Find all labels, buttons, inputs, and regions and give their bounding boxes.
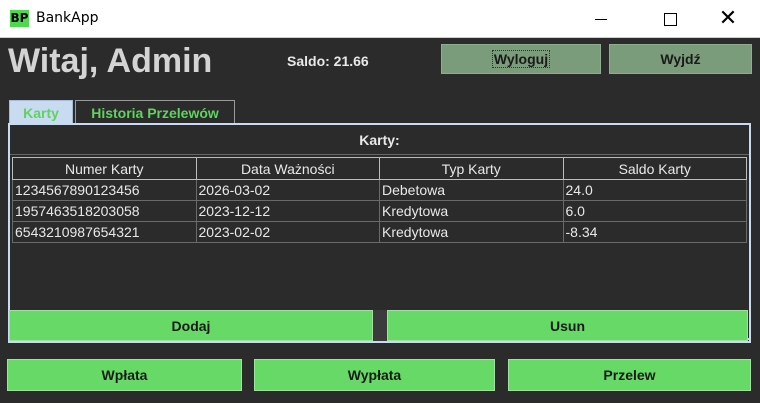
main-content: Witaj, Admin Saldo: 21.66 Wyloguj Wyjdź …: [0, 38, 760, 403]
column-header-card-type[interactable]: Typ Karty: [379, 157, 564, 180]
add-card-button[interactable]: Dodaj: [9, 310, 373, 341]
cell-expiry-date[interactable]: 2023-02-02: [195, 221, 380, 243]
cell-card-type[interactable]: Kredytowa: [379, 221, 564, 243]
maximize-button[interactable]: [647, 0, 693, 38]
deposit-button[interactable]: Wpłata: [7, 359, 242, 391]
maximize-icon: [663, 12, 677, 26]
minimize-icon: [595, 18, 607, 20]
cell-card-number[interactable]: 1957463518203058: [12, 200, 197, 222]
table-row[interactable]: 1957463518203058 2023-12-12 Kredytowa 6.…: [12, 200, 747, 222]
table-row[interactable]: 1234567890123456 2026-03-02 Debetowa 24.…: [12, 179, 747, 201]
withdraw-button[interactable]: Wypłata: [254, 359, 495, 391]
logout-label: Wyloguj: [491, 50, 551, 68]
column-header-expiry-date[interactable]: Data Ważności: [195, 157, 380, 180]
remove-card-button[interactable]: Usun: [387, 310, 748, 341]
app-logo-icon: BP: [10, 10, 29, 27]
close-icon: ✕: [718, 6, 738, 31]
button-divider: [373, 310, 387, 341]
cell-card-balance[interactable]: 6.0: [562, 200, 747, 222]
greeting-heading: Witaj, Admin: [8, 42, 213, 80]
exit-button[interactable]: Wyjdź: [609, 44, 752, 74]
cell-card-balance[interactable]: -8.34: [562, 221, 747, 243]
table-header-row: Numer Karty Data Ważności Typ Karty Sald…: [12, 157, 747, 180]
logout-button[interactable]: Wyloguj: [441, 44, 601, 74]
cell-card-type[interactable]: Debetowa: [379, 179, 564, 201]
balance-label: Saldo: 21.66: [287, 53, 369, 69]
cell-card-type[interactable]: Kredytowa: [379, 200, 564, 222]
transfer-button[interactable]: Przelew: [508, 359, 751, 391]
cell-card-number[interactable]: 1234567890123456: [12, 179, 197, 201]
cell-card-balance[interactable]: 24.0: [562, 179, 747, 201]
cell-card-number[interactable]: 6543210987654321: [12, 221, 197, 243]
cell-expiry-date[interactable]: 2023-12-12: [195, 200, 380, 222]
column-header-card-balance[interactable]: Saldo Karty: [562, 157, 747, 180]
window-titlebar: BP BankApp ✕: [0, 0, 760, 38]
tab-historia-przelewow[interactable]: Historia Przelewów: [75, 100, 235, 124]
table-row[interactable]: 6543210987654321 2023-02-02 Kredytowa -8…: [12, 221, 747, 243]
column-header-card-number[interactable]: Numer Karty: [12, 157, 197, 180]
cards-table: Numer Karty Data Ważności Typ Karty Sald…: [12, 157, 747, 243]
cards-panel-title: Karty:: [10, 125, 749, 155]
close-button[interactable]: ✕: [705, 0, 751, 38]
window-title: BankApp: [36, 10, 99, 26]
tab-karty[interactable]: Karty: [9, 100, 73, 124]
minimize-button[interactable]: [578, 0, 624, 38]
cell-expiry-date[interactable]: 2026-03-02: [195, 179, 380, 201]
